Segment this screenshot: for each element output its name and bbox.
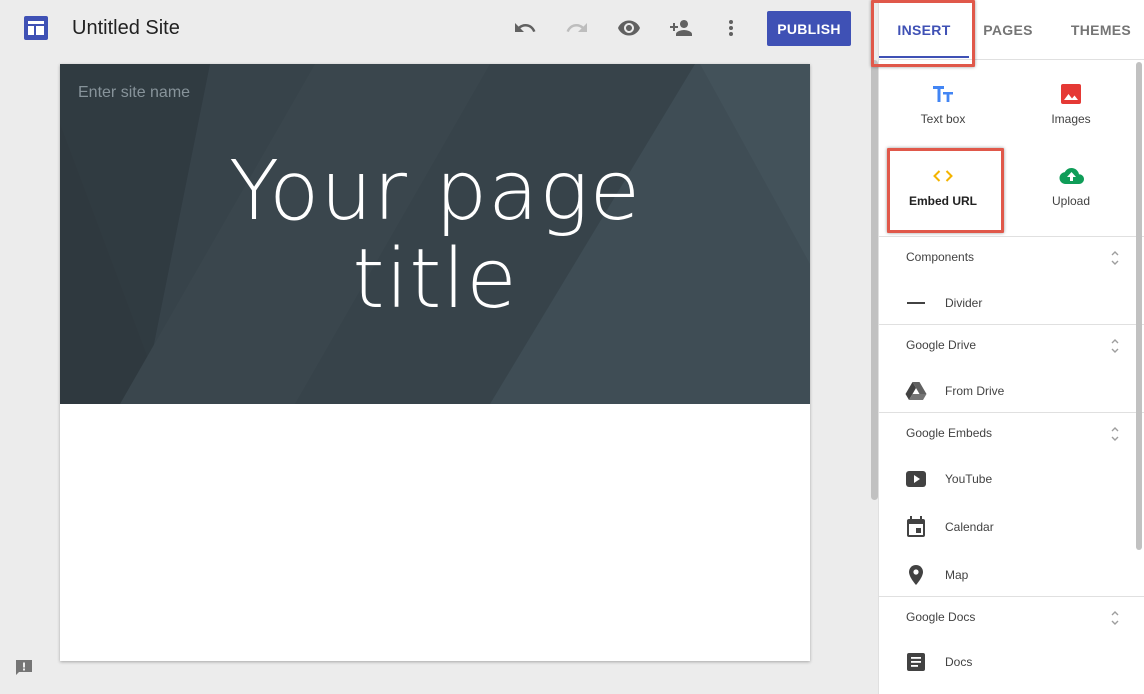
embed-code-icon <box>931 164 955 188</box>
feedback-icon[interactable] <box>14 658 34 678</box>
image-icon <box>1060 82 1082 106</box>
list-item-map[interactable]: Map <box>879 554 1144 594</box>
collapse-chevron-icon[interactable] <box>1109 609 1121 632</box>
map-pin-icon <box>905 564 927 586</box>
collapse-chevron-icon[interactable] <box>1109 425 1121 448</box>
images-tile[interactable]: Images <box>1007 60 1135 138</box>
collapse-chevron-icon[interactable] <box>1109 337 1121 360</box>
upload-tile[interactable]: Upload <box>1007 142 1135 220</box>
canvas-scrollbar[interactable] <box>871 60 878 500</box>
redo-icon[interactable] <box>563 14 591 42</box>
item-label: Docs <box>945 655 973 669</box>
panel-scrollbar[interactable] <box>1136 62 1142 550</box>
embed-url-tile[interactable]: Embed URL <box>879 142 1007 220</box>
section-google-docs[interactable]: Google Docs <box>879 597 1144 637</box>
youtube-icon <box>905 468 927 490</box>
section-google-embeds[interactable]: Google Embeds <box>879 413 1144 453</box>
item-label: Map <box>945 568 969 582</box>
page-canvas: Your page title <box>60 64 810 661</box>
list-item-calendar[interactable]: Calendar <box>879 506 1144 546</box>
section-title: Components <box>906 250 975 264</box>
section-components[interactable]: Components <box>879 237 1144 277</box>
page-title[interactable]: Your page title <box>60 148 810 324</box>
cloud-upload-icon <box>1058 164 1084 188</box>
section-title: Google Drive <box>906 338 977 352</box>
site-title[interactable]: Untitled Site <box>72 16 180 40</box>
list-item-from-drive[interactable]: From Drive <box>879 370 1144 410</box>
collapse-chevron-icon[interactable] <box>1109 249 1121 272</box>
active-tab-indicator <box>879 56 969 58</box>
text-box-tile[interactable]: Text box <box>879 60 1007 138</box>
divider-icon <box>905 292 927 314</box>
upload-label: Upload <box>1051 194 1091 208</box>
page-title-line2: title <box>352 232 518 327</box>
text-box-label: Text box <box>920 112 966 126</box>
text-box-icon <box>931 82 955 106</box>
list-item-docs[interactable]: Docs <box>879 641 1144 681</box>
item-label: From Drive <box>945 384 1005 398</box>
item-label: Divider <box>945 296 983 310</box>
section-google-drive[interactable]: Google Drive <box>879 325 1144 365</box>
share-person-add-icon[interactable] <box>667 14 695 42</box>
more-vert-icon[interactable] <box>717 14 745 42</box>
tab-insert[interactable]: INSERT <box>879 0 969 60</box>
publish-button[interactable]: PUBLISH <box>767 11 851 46</box>
embed-url-label: Embed URL <box>908 194 977 208</box>
tab-pages[interactable]: PAGES <box>969 0 1047 60</box>
panel-tabs: INSERT PAGES THEMES <box>879 0 1144 60</box>
item-label: Calendar <box>945 520 994 534</box>
docs-icon <box>905 651 927 673</box>
undo-icon[interactable] <box>511 14 539 42</box>
images-label: Images <box>1051 112 1091 126</box>
insert-panel: INSERT PAGES THEMES Text box Images Embe… <box>871 0 1144 694</box>
list-item-divider[interactable]: Divider <box>879 282 1144 322</box>
header-section[interactable]: Your page title <box>60 64 810 404</box>
section-title: Google Docs <box>906 610 976 624</box>
site-logo-icon[interactable] <box>24 16 48 40</box>
calendar-icon <box>905 516 927 538</box>
tab-themes[interactable]: THEMES <box>1057 0 1144 60</box>
drive-icon <box>905 380 927 402</box>
section-title: Google Embeds <box>906 426 993 440</box>
preview-eye-icon[interactable] <box>615 14 643 42</box>
site-name-input[interactable] <box>78 84 378 102</box>
page-title-line1: Your page <box>228 144 642 239</box>
list-item-youtube[interactable]: YouTube <box>879 458 1144 498</box>
item-label: YouTube <box>945 472 993 486</box>
